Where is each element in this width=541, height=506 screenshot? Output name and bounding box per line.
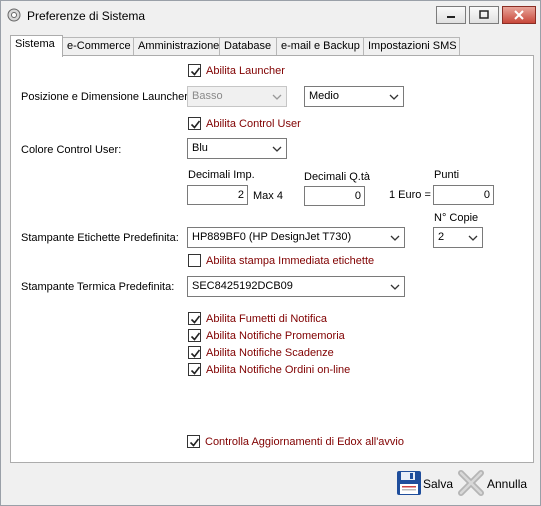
chevron-down-icon [390,235,400,241]
chevron-down-icon [272,146,282,152]
tab-impostazioni-sms[interactable]: Impostazioni SMS [363,37,460,56]
tab-label: e-mail e Backup [281,40,360,52]
window-title: Preferenze di Sistema [27,9,146,23]
stampante-termica-value: SEC8425192DCB09 [192,280,293,292]
ncopie-value: 2 [438,231,445,243]
title-bar[interactable]: Preferenze di Sistema [1,1,540,30]
close-icon [514,10,524,20]
dimensione-value: Medio [309,90,339,102]
maximize-icon [479,10,489,19]
euro-label: 1 Euro = [389,189,431,201]
stampante-etichette-value: HP889BF0 (HP DesignJet T730) [192,231,352,243]
chevron-down-icon [272,94,282,100]
promemoria-label[interactable]: Abilita Notifiche Promemoria [206,330,345,342]
aggiornamenti-checkbox[interactable] [187,435,200,448]
max-label: Max 4 [253,190,283,202]
abilita-control-user-checkbox[interactable] [188,117,201,130]
stampa-immediata-checkbox[interactable] [188,254,201,267]
decimali-qta-input[interactable]: 0 [304,186,365,206]
preferences-window: Preferenze di Sistema Sistema e-Commerce… [0,0,541,506]
posizione-label: Posizione e Dimensione Launcher: [21,91,191,103]
checkmark-icon [190,349,201,358]
chevron-down-icon [468,235,478,241]
decimali-qta-value: 0 [354,190,361,202]
colore-label: Colore Control User: [21,144,122,156]
tab-label: Sistema [15,38,55,50]
stampante-termica-label: Stampante Termica Predefinita: [21,281,175,293]
tab-ecommerce[interactable]: e-Commerce [62,37,134,56]
floppy-disk-icon [397,471,421,495]
fumetti-label[interactable]: Abilita Fumetti di Notifica [206,313,327,325]
minimize-icon [447,16,455,18]
close-button[interactable] [502,6,536,24]
decimali-qta-label: Decimali Q.tà [304,171,371,183]
promemoria-checkbox[interactable] [188,329,201,342]
abilita-control-user-label[interactable]: Abilita Control User [206,118,301,130]
cancel-label: Annulla [487,477,528,491]
punti-input[interactable]: 0 [433,185,494,205]
punti-value: 0 [483,189,490,201]
posizione-value: Basso [192,90,223,102]
tab-database[interactable]: Database [219,37,277,56]
stampa-immediata-label[interactable]: Abilita stampa Immediata etichette [206,255,374,267]
ordini-label[interactable]: Abilita Notifiche Ordini on-line [206,364,350,376]
colore-select[interactable]: Blu [187,138,287,159]
checkmark-icon [189,438,200,447]
checkmark-icon [190,366,201,375]
stampante-etichette-label: Stampante Etichette Predefinita: [21,232,179,244]
decimali-imp-label: Decimali Imp. [188,169,255,181]
dimensione-select[interactable]: Medio [304,86,404,107]
tab-label: Impostazioni SMS [368,40,457,52]
abilita-launcher-label[interactable]: Abilita Launcher [206,65,285,77]
tab-amministrazione[interactable]: Amministrazione [133,37,220,56]
tab-email-backup[interactable]: e-mail e Backup [276,37,364,56]
stampante-termica-select[interactable]: SEC8425192DCB09 [187,276,405,297]
cancel-button[interactable]: Annulla [458,468,534,498]
punti-label: Punti [434,169,460,181]
checkmark-icon [190,332,201,341]
gear-icon [7,8,21,22]
checkmark-icon [190,120,201,129]
save-label: Salva [423,477,454,491]
fumetti-checkbox[interactable] [188,312,201,325]
chevron-down-icon [389,94,399,100]
checkmark-icon [190,315,201,324]
scadenze-label[interactable]: Abilita Notifiche Scadenze [206,347,334,359]
scadenze-checkbox[interactable] [188,346,201,359]
tab-label: Amministrazione [138,40,220,52]
ncopie-label: N° Copie [434,212,479,224]
decimali-imp-input[interactable]: 2 [187,185,248,205]
tab-label: Database [224,40,272,52]
tab-label: e-Commerce [67,40,131,52]
chevron-down-icon [390,284,400,290]
maximize-button[interactable] [469,6,499,24]
ncopie-select[interactable]: 2 [433,227,483,248]
stampante-etichette-select[interactable]: HP889BF0 (HP DesignJet T730) [187,227,405,248]
colore-value: Blu [192,142,208,154]
checkmark-icon [190,67,201,76]
aggiornamenti-label[interactable]: Controlla Aggiornamenti di Edox all'avvi… [205,436,404,448]
abilita-launcher-checkbox[interactable] [188,64,201,77]
minimize-button[interactable] [436,6,466,24]
ordini-checkbox[interactable] [188,363,201,376]
cross-icon [458,470,484,496]
posizione-select[interactable]: Basso [187,86,287,107]
tab-sistema[interactable]: Sistema [10,35,63,57]
decimali-imp-value: 2 [237,189,244,201]
save-button[interactable]: Salva [395,468,455,498]
